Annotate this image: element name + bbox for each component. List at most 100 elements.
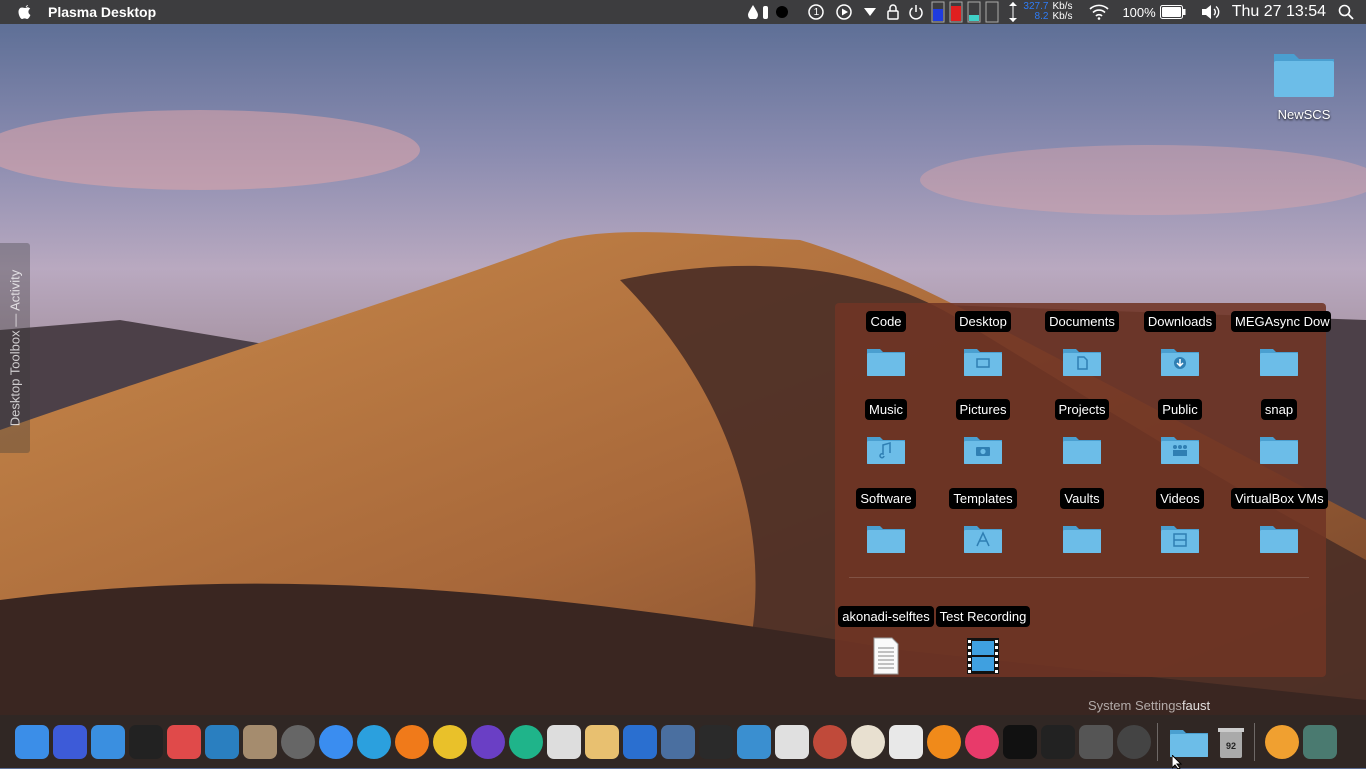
atom-icon[interactable] — [509, 724, 543, 759]
cd-icon[interactable] — [1265, 724, 1299, 759]
folder-item[interactable]: Software — [838, 488, 934, 554]
screenshot-icon[interactable] — [889, 724, 923, 759]
system-settings-icon[interactable] — [1117, 724, 1151, 759]
notification-count: 1 — [813, 6, 820, 18]
folder-templates-icon — [963, 522, 1003, 554]
folder-icon — [1259, 522, 1299, 554]
messenger-icon[interactable] — [319, 724, 353, 759]
hotcam-icon[interactable] — [813, 724, 847, 759]
charts-icon[interactable] — [623, 724, 657, 759]
network-icon[interactable] — [1079, 724, 1113, 759]
photos-flower-icon[interactable] — [851, 724, 885, 759]
files-icon[interactable] — [91, 724, 125, 759]
firefox-icon[interactable] — [395, 724, 429, 759]
file-item[interactable]: akonadi-selftes — [838, 606, 934, 676]
folder-item[interactable]: Public — [1132, 399, 1228, 465]
folder-videos-icon — [1160, 522, 1200, 554]
folder-item[interactable]: MEGAsync Dow — [1231, 311, 1331, 377]
settings-icon[interactable] — [281, 724, 315, 759]
folder-item[interactable]: Code — [838, 311, 934, 377]
net-down-value: 8.2 — [1034, 11, 1049, 22]
folder-pictures-icon — [963, 433, 1003, 465]
tools-icon[interactable] — [1303, 724, 1337, 759]
news-icon[interactable] — [167, 724, 201, 759]
folder-item-label: Desktop — [955, 311, 1011, 332]
video-editor-icon[interactable] — [699, 724, 733, 759]
dock: 92 — [0, 715, 1366, 768]
network-speed[interactable]: 327.7 Kb/s 8.2 Kb/s — [1023, 0, 1078, 24]
status-label-user: faust — [1181, 698, 1211, 713]
text-editor-icon[interactable] — [547, 724, 581, 759]
play-icon[interactable] — [831, 0, 857, 24]
folder-item-label: Pictures — [955, 399, 1011, 420]
folder-item[interactable]: Pictures — [935, 399, 1031, 465]
notification-count-icon[interactable]: 1 — [801, 0, 831, 24]
desktop-icon-label: NewSCS — [1277, 107, 1331, 122]
folder-item[interactable]: Music — [838, 399, 934, 465]
file-item-label: akonadi-selftes — [838, 606, 934, 627]
search-icon[interactable] — [1326, 0, 1366, 24]
vlc-icon[interactable] — [927, 724, 961, 759]
desktop-icon-newscs[interactable]: NewSCS — [1268, 46, 1340, 122]
record-icon[interactable] — [771, 0, 793, 24]
folder-item[interactable]: Desktop — [935, 311, 1031, 377]
dock-separator — [1157, 722, 1158, 761]
partial-drop-icon[interactable] — [761, 0, 771, 24]
folder-item-label: Software — [856, 488, 916, 509]
volume-icon[interactable] — [1196, 0, 1226, 24]
system-monitor-icon[interactable] — [1041, 724, 1075, 759]
folder-item[interactable]: VirtualBox VMs — [1231, 488, 1328, 554]
folder-item[interactable]: Documents — [1034, 311, 1130, 377]
folder-item-label: Downloads — [1143, 311, 1217, 332]
photos-icon[interactable] — [775, 724, 809, 759]
wifi-icon[interactable] — [1084, 0, 1114, 24]
finder-icon[interactable] — [15, 724, 49, 759]
scanner-icon[interactable] — [661, 724, 695, 759]
phone-icon[interactable] — [129, 724, 163, 759]
system-load-icon[interactable] — [929, 0, 1003, 24]
battery-icon[interactable] — [1156, 0, 1190, 24]
folder-item-label: Videos — [1156, 488, 1204, 509]
app-title[interactable]: Plasma Desktop — [48, 4, 156, 20]
net-down-unit: Kb/s — [1052, 11, 1073, 22]
folder-item[interactable]: Vaults — [1034, 488, 1130, 554]
desktop-toolbox-label: Desktop Toolbox — Activity — [7, 269, 23, 427]
file-item-label: Test Recording — [935, 606, 1031, 627]
folder-view-widget: Code Desktop Documents Downloads MEGAsync Do… — [835, 303, 1331, 677]
folder-item-label: Templates — [949, 488, 1017, 509]
folder-item-label: MEGAsync Dow — [1231, 311, 1331, 332]
kde-connect-icon[interactable] — [53, 724, 87, 759]
folder-item[interactable]: Downloads — [1132, 311, 1228, 377]
chrome-icon[interactable] — [433, 724, 467, 759]
folder-icon[interactable] — [1168, 725, 1210, 759]
chevron-down-icon[interactable] — [857, 0, 883, 24]
folder-item[interactable]: Videos — [1132, 488, 1228, 554]
power-icon[interactable] — [903, 0, 929, 24]
network-arrows-icon[interactable] — [1003, 0, 1023, 24]
folder-item-label: Music — [865, 399, 907, 420]
photo-tool-icon[interactable] — [243, 724, 277, 759]
drop-icon[interactable] — [745, 0, 761, 24]
folder-item[interactable]: Projects — [1034, 399, 1130, 465]
battery-percent[interactable]: 100% — [1122, 0, 1155, 24]
folder-public-icon — [1160, 433, 1200, 465]
apple-menu-icon[interactable] — [16, 0, 34, 24]
file-item[interactable]: Test Recording — [935, 606, 1031, 676]
folder-icon — [1259, 433, 1299, 465]
disk-icon[interactable] — [205, 724, 239, 759]
clock[interactable]: Thu 27 13:54 — [1232, 0, 1326, 24]
telegram-icon[interactable] — [357, 724, 391, 759]
folder-music-icon — [866, 433, 906, 465]
terminal-icon[interactable] — [1003, 724, 1037, 759]
lock-icon[interactable] — [883, 0, 903, 24]
image-viewer-icon[interactable] — [737, 724, 771, 759]
notes-icon[interactable] — [585, 724, 619, 759]
trash-icon[interactable]: 92 — [1214, 725, 1248, 759]
folder-item[interactable]: Templates — [935, 488, 1031, 554]
vscode-icon[interactable] — [471, 724, 505, 759]
desktop-toolbox-tab[interactable]: Desktop Toolbox — Activity — [0, 243, 30, 453]
folder-item[interactable]: snap — [1231, 399, 1327, 465]
itunes-icon[interactable] — [965, 724, 999, 759]
text-file-icon — [866, 636, 906, 676]
folder-icon — [1274, 54, 1334, 97]
